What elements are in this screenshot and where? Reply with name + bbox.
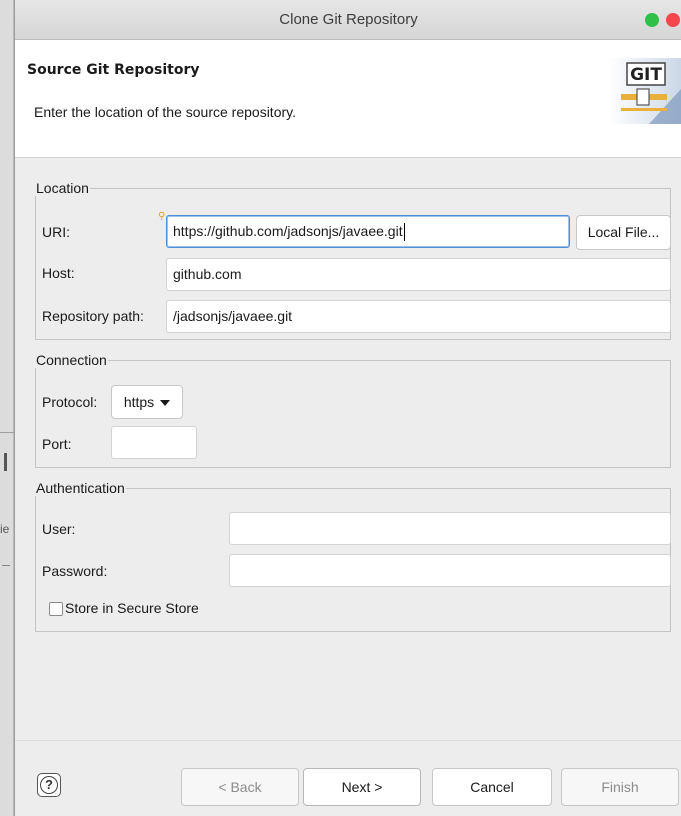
background-text-fragment: ie <box>0 522 10 536</box>
zoom-window-button[interactable] <box>645 13 659 27</box>
user-label: User: <box>42 521 76 537</box>
repository-path-label: Repository path: <box>42 308 144 324</box>
title-bar[interactable]: Clone Git Repository <box>15 0 681 40</box>
port-label: Port: <box>42 436 72 452</box>
clone-git-repository-dialog: Clone Git Repository Source Git Reposito… <box>14 0 681 816</box>
protocol-label: Protocol: <box>42 394 98 410</box>
chevron-down-icon <box>160 400 171 407</box>
host-label: Host: <box>42 265 75 281</box>
svg-text:GIT: GIT <box>630 65 662 85</box>
local-file-button[interactable]: Local File... <box>576 215 671 250</box>
uri-input-value: https://github.com/jadsonjs/javaee.git <box>173 223 403 239</box>
close-window-button[interactable] <box>666 13 680 27</box>
page-description: Enter the location of the source reposit… <box>34 104 296 120</box>
wizard-header: Source Git Repository Enter the location… <box>15 40 681 158</box>
finish-button[interactable]: Finish <box>561 768 679 806</box>
repository-path-input[interactable]: /jadsonjs/javaee.git <box>166 300 671 333</box>
host-input[interactable]: github.com <box>166 258 671 291</box>
background-window-strip: ie <box>0 0 14 816</box>
connection-legend: Connection <box>36 352 107 368</box>
password-input[interactable] <box>229 554 671 587</box>
uri-label: URI: <box>42 224 70 240</box>
window-title: Clone Git Repository <box>279 11 418 28</box>
location-legend: Location <box>36 180 89 196</box>
background-line <box>2 565 10 566</box>
authentication-legend: Authentication <box>36 480 125 496</box>
help-button[interactable]: ? <box>37 773 61 797</box>
protocol-dropdown[interactable]: https <box>111 385 183 419</box>
store-in-secure-store-checkbox[interactable] <box>49 602 63 616</box>
page-title: Source Git Repository <box>27 62 200 78</box>
cancel-button[interactable]: Cancel <box>432 768 552 806</box>
background-divider <box>0 432 14 433</box>
help-icon: ? <box>40 776 58 794</box>
back-button[interactable]: < Back <box>181 768 299 806</box>
password-label: Password: <box>42 563 108 579</box>
user-input[interactable] <box>229 512 671 545</box>
content-assist-indicator-icon: ⚲ <box>158 211 166 222</box>
next-button[interactable]: Next > <box>303 768 421 806</box>
protocol-selected-value: https <box>123 394 155 410</box>
button-bar-divider <box>15 740 681 741</box>
port-input[interactable] <box>111 426 197 459</box>
text-caret <box>403 223 405 242</box>
background-marker <box>4 453 7 471</box>
store-in-secure-store-label[interactable]: Store in Secure Store <box>65 600 199 616</box>
uri-input[interactable]: https://github.com/jadsonjs/javaee.git <box>166 215 570 248</box>
git-logo-icon: GIT <box>609 58 681 124</box>
